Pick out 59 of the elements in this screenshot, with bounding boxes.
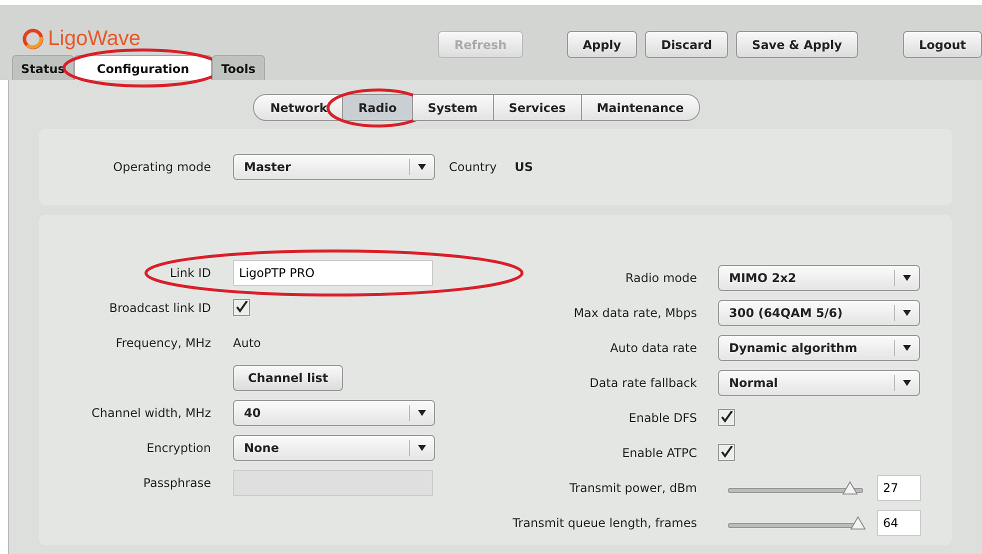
field-label: Auto data rate: [609, 340, 697, 354]
dropdown[interactable]: Normal: [718, 370, 920, 396]
dropdown[interactable]: Dynamic algorithm: [718, 334, 920, 360]
text-field[interactable]: LigoPTP PRO: [233, 260, 433, 286]
logo-icon: [22, 28, 44, 50]
dropdown-arrow-icon: [418, 164, 426, 170]
dropdown-arrow-icon: [418, 410, 426, 416]
checkmark-icon: [720, 411, 732, 424]
dropdown[interactable]: 300 (64QAM 5/6): [718, 300, 920, 326]
field-label: Transmit power, dBm: [568, 480, 697, 494]
field-label: Enable ATPC: [621, 446, 697, 460]
dropdown[interactable]: None: [233, 434, 435, 460]
tab[interactable]: Tools: [212, 55, 265, 80]
field-label: Frequency, MHz: [114, 336, 211, 350]
channel-list-button[interactable]: Channel list: [233, 364, 344, 390]
dropdown-arrow-icon: [903, 310, 911, 316]
subtab[interactable]: System: [412, 94, 494, 121]
field-label: Data rate fallback: [588, 376, 697, 390]
dropdown[interactable]: Master: [233, 154, 435, 180]
field-label: Radio mode: [624, 270, 697, 284]
slider[interactable]: [728, 480, 863, 496]
dropdown-arrow-icon: [903, 344, 911, 350]
dropdown-arrow-icon: [903, 380, 911, 386]
subtab[interactable]: Services: [494, 94, 582, 121]
action-button[interactable]: Apply: [566, 31, 638, 58]
field-label: Link ID: [168, 266, 211, 280]
field-value: US: [514, 160, 534, 174]
slider-thumb[interactable]: [842, 480, 858, 494]
field-label: Channel width, MHz: [90, 406, 211, 420]
checkmark-icon: [236, 301, 248, 314]
checkbox[interactable]: [233, 298, 250, 316]
action-button[interactable]: Save & Apply: [736, 31, 858, 58]
dropdown[interactable]: MIMO 2x2: [718, 264, 920, 290]
passphrase-field[interactable]: [233, 470, 433, 496]
checkbox[interactable]: [718, 408, 735, 426]
number-field[interactable]: 64: [877, 510, 921, 536]
dropdown-arrow-icon: [418, 444, 426, 450]
dropdown-arrow-icon: [903, 274, 911, 280]
tab[interactable]: Configuration: [74, 55, 212, 80]
field-label: Max data rate, Mbps: [572, 306, 697, 320]
subtab[interactable]: Radio: [343, 94, 413, 121]
action-button[interactable]: Discard: [645, 31, 728, 58]
slider-thumb[interactable]: [850, 516, 866, 530]
logo-text: LigoWave: [48, 27, 141, 51]
field-label: Passphrase: [142, 476, 211, 490]
logout-button[interactable]: Logout: [902, 31, 982, 58]
field-value: Auto: [233, 336, 261, 350]
field-label: Transmit queue length, frames: [512, 516, 697, 530]
slider[interactable]: [728, 514, 863, 530]
number-field[interactable]: 27: [877, 474, 921, 500]
checkbox[interactable]: [718, 444, 735, 461]
checkmark-icon: [720, 446, 732, 458]
field-label: Enable DFS: [628, 410, 697, 424]
field-label: Encryption: [146, 440, 211, 454]
dropdown[interactable]: 40: [233, 400, 435, 426]
field-label: Operating mode: [112, 160, 211, 174]
subtab[interactable]: Maintenance: [582, 94, 700, 121]
field-label: Broadcast link ID: [108, 300, 211, 314]
field-label: Country: [449, 160, 497, 174]
